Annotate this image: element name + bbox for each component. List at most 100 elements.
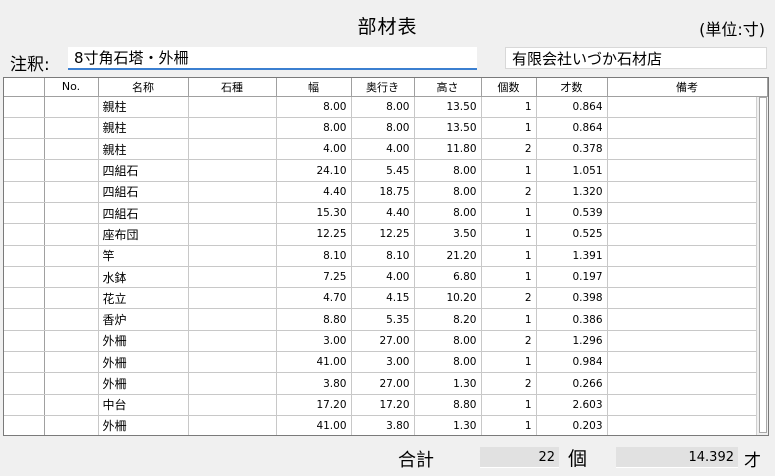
cell-size[interactable]: 0.864 bbox=[536, 117, 608, 140]
cell-remarks[interactable] bbox=[607, 308, 768, 331]
cell-no[interactable] bbox=[44, 266, 99, 289]
cell-size[interactable]: 1.051 bbox=[536, 159, 608, 182]
cell-stone[interactable] bbox=[188, 415, 277, 435]
row-header[interactable] bbox=[4, 287, 45, 310]
cell-name[interactable]: 四組石 bbox=[98, 159, 189, 182]
table-row[interactable]: 座布団 12.25 12.25 3.50 1 0.525 bbox=[4, 223, 768, 246]
table-row[interactable]: 外柵 3.00 27.00 8.00 2 1.296 bbox=[4, 330, 768, 353]
row-header[interactable] bbox=[4, 117, 45, 140]
company-input[interactable] bbox=[505, 47, 767, 69]
cell-depth[interactable]: 18.75 bbox=[351, 181, 415, 203]
cell-depth[interactable]: 4.15 bbox=[351, 287, 415, 310]
row-header[interactable] bbox=[4, 96, 45, 118]
cell-height[interactable]: 8.00 bbox=[414, 351, 482, 374]
cell-width[interactable]: 7.25 bbox=[276, 266, 352, 289]
cell-count[interactable]: 1 bbox=[481, 223, 537, 246]
cell-stone[interactable] bbox=[188, 245, 277, 267]
vertical-scrollbar[interactable] bbox=[756, 97, 768, 435]
table-row[interactable]: 外柵 3.80 27.00 1.30 2 0.266 bbox=[4, 372, 768, 395]
row-header[interactable] bbox=[4, 245, 45, 267]
table-row[interactable]: 竿 8.10 8.10 21.20 1 1.391 bbox=[4, 245, 768, 267]
table-row[interactable]: 親柱 8.00 8.00 13.50 1 0.864 bbox=[4, 96, 768, 118]
table-row[interactable]: 外柵 41.00 3.00 8.00 1 0.984 bbox=[4, 351, 768, 374]
cell-no[interactable] bbox=[44, 138, 99, 161]
cell-stone[interactable] bbox=[188, 223, 277, 246]
cell-no[interactable] bbox=[44, 245, 99, 267]
cell-size[interactable]: 0.539 bbox=[536, 202, 608, 225]
cell-no[interactable] bbox=[44, 308, 99, 331]
cell-width[interactable]: 4.40 bbox=[276, 181, 352, 203]
cell-size[interactable]: 0.525 bbox=[536, 223, 608, 246]
cell-height[interactable]: 8.80 bbox=[414, 394, 482, 416]
row-header[interactable] bbox=[4, 330, 45, 353]
cell-name[interactable]: 外柵 bbox=[98, 351, 189, 374]
cell-stone[interactable] bbox=[188, 202, 277, 225]
table-row[interactable]: 外柵 41.00 3.80 1.30 1 0.203 bbox=[4, 415, 768, 435]
cell-width[interactable]: 24.10 bbox=[276, 159, 352, 182]
cell-depth[interactable]: 27.00 bbox=[351, 330, 415, 353]
cell-name[interactable]: 四組石 bbox=[98, 181, 189, 203]
cell-width[interactable]: 8.80 bbox=[276, 308, 352, 331]
cell-name[interactable]: 親柱 bbox=[98, 138, 189, 161]
table-row[interactable]: 中台 17.20 17.20 8.80 1 2.603 bbox=[4, 394, 768, 416]
cell-size[interactable]: 1.296 bbox=[536, 330, 608, 353]
cell-height[interactable]: 13.50 bbox=[414, 96, 482, 118]
note-input[interactable] bbox=[68, 47, 477, 70]
cell-width[interactable]: 17.20 bbox=[276, 394, 352, 416]
cell-height[interactable]: 11.80 bbox=[414, 138, 482, 161]
cell-stone[interactable] bbox=[188, 181, 277, 203]
cell-no[interactable] bbox=[44, 287, 99, 310]
cell-stone[interactable] bbox=[188, 96, 277, 118]
cell-no[interactable] bbox=[44, 181, 99, 203]
cell-name[interactable]: 香炉 bbox=[98, 308, 189, 331]
cell-width[interactable]: 8.00 bbox=[276, 96, 352, 118]
cell-size[interactable]: 0.378 bbox=[536, 138, 608, 161]
column-header-name[interactable]: 名称 bbox=[98, 78, 189, 97]
cell-remarks[interactable] bbox=[607, 351, 768, 374]
cell-width[interactable]: 8.00 bbox=[276, 117, 352, 140]
cell-stone[interactable] bbox=[188, 117, 277, 140]
cell-width[interactable]: 4.70 bbox=[276, 287, 352, 310]
cell-remarks[interactable] bbox=[607, 266, 768, 289]
cell-width[interactable]: 41.00 bbox=[276, 351, 352, 374]
cell-count[interactable]: 1 bbox=[481, 351, 537, 374]
cell-count[interactable]: 1 bbox=[481, 96, 537, 118]
cell-remarks[interactable] bbox=[607, 287, 768, 310]
cell-name[interactable]: 竿 bbox=[98, 245, 189, 267]
table-row[interactable]: 花立 4.70 4.15 10.20 2 0.398 bbox=[4, 287, 768, 310]
cell-no[interactable] bbox=[44, 372, 99, 395]
column-header-width[interactable]: 幅 bbox=[276, 78, 352, 97]
table-row[interactable]: 四組石 15.30 4.40 8.00 1 0.539 bbox=[4, 202, 768, 225]
cell-no[interactable] bbox=[44, 351, 99, 374]
cell-remarks[interactable] bbox=[607, 245, 768, 267]
cell-height[interactable]: 8.20 bbox=[414, 308, 482, 331]
cell-height[interactable]: 10.20 bbox=[414, 287, 482, 310]
row-header[interactable] bbox=[4, 181, 45, 203]
cell-depth[interactable]: 5.35 bbox=[351, 308, 415, 331]
column-header-height[interactable]: 高さ bbox=[414, 78, 482, 97]
cell-depth[interactable]: 8.00 bbox=[351, 117, 415, 140]
cell-height[interactable]: 13.50 bbox=[414, 117, 482, 140]
cell-depth[interactable]: 3.00 bbox=[351, 351, 415, 374]
cell-remarks[interactable] bbox=[607, 96, 768, 118]
row-header[interactable] bbox=[4, 159, 45, 182]
cell-remarks[interactable] bbox=[607, 181, 768, 203]
cell-count[interactable]: 1 bbox=[481, 202, 537, 225]
cell-no[interactable] bbox=[44, 117, 99, 140]
table-row[interactable]: 四組石 24.10 5.45 8.00 1 1.051 bbox=[4, 159, 768, 182]
cell-count[interactable]: 1 bbox=[481, 415, 537, 435]
cell-count[interactable]: 1 bbox=[481, 245, 537, 267]
cell-count[interactable]: 2 bbox=[481, 372, 537, 395]
cell-stone[interactable] bbox=[188, 372, 277, 395]
column-header-stone[interactable]: 石種 bbox=[188, 78, 277, 97]
cell-no[interactable] bbox=[44, 394, 99, 416]
cell-size[interactable]: 0.203 bbox=[536, 415, 608, 435]
cell-no[interactable] bbox=[44, 223, 99, 246]
cell-no[interactable] bbox=[44, 202, 99, 225]
cell-count[interactable]: 1 bbox=[481, 394, 537, 416]
column-header-size[interactable]: 才数 bbox=[536, 78, 608, 97]
cell-stone[interactable] bbox=[188, 159, 277, 182]
cell-size[interactable]: 0.197 bbox=[536, 266, 608, 289]
cell-name[interactable]: 花立 bbox=[98, 287, 189, 310]
cell-depth[interactable]: 5.45 bbox=[351, 159, 415, 182]
